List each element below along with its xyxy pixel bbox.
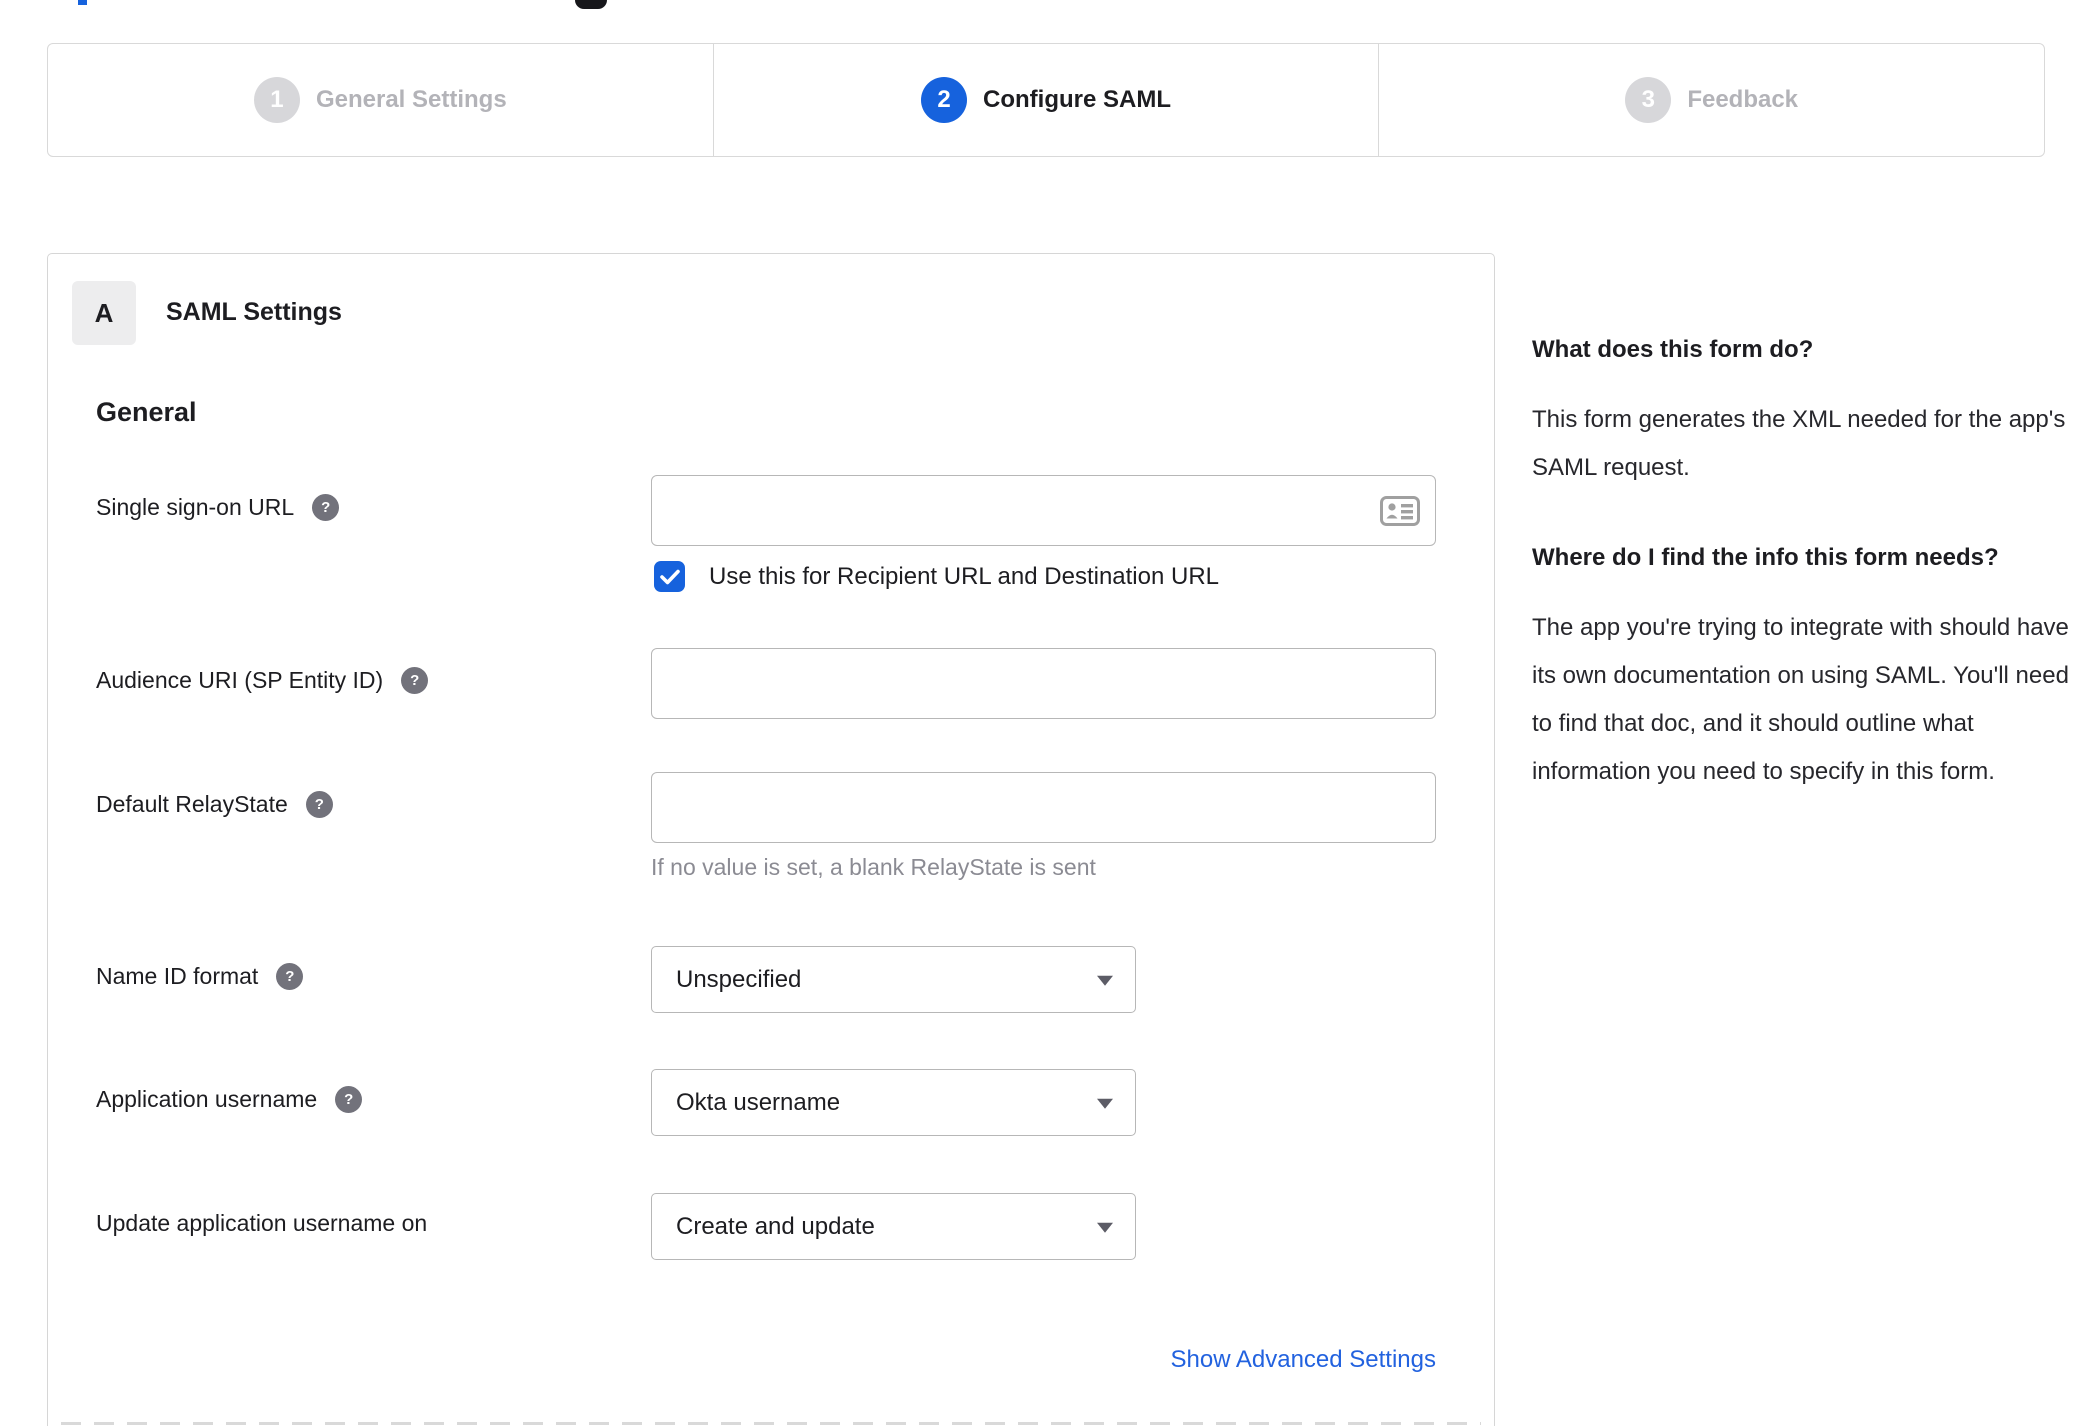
update-username-select[interactable]: Create and update (651, 1193, 1136, 1260)
application-username-value: Okta username (676, 1088, 841, 1116)
help-answer-2: The app you're trying to integrate with … (1532, 614, 2069, 785)
section-a-badge: A (72, 281, 136, 345)
step-feedback[interactable]: 3 Feedback (1378, 43, 2046, 157)
help-icon[interactable]: ? (305, 791, 333, 818)
page-title-fragment-glyph (575, 0, 607, 9)
update-username-label-text: Update application username on (96, 1210, 428, 1236)
page-title-fragment-accent (78, 0, 87, 5)
help-icon[interactable]: ? (312, 494, 340, 521)
name-id-format-select[interactable]: Unspecified (651, 946, 1136, 1013)
help-panel: What does this form do? This form genera… (1532, 330, 2072, 796)
relaystate-hint: If no value is set, a blank RelayState i… (651, 854, 1096, 880)
configure-saml-page: 1 General Settings 2 Configure SAML 3 Fe… (0, 0, 2092, 1426)
help-icon[interactable]: ? (401, 667, 429, 694)
recipient-url-checkbox-row: Use this for Recipient URL and Destinati… (654, 561, 1219, 592)
contact-card-icon (1380, 495, 1420, 526)
general-group-heading: General (96, 397, 197, 427)
sso-url-input[interactable] (651, 475, 1436, 546)
wizard-stepper: 1 General Settings 2 Configure SAML 3 Fe… (47, 43, 2046, 157)
name-id-format-label: Name ID format ? (96, 963, 304, 990)
step-label: Configure SAML (983, 86, 1171, 113)
relaystate-label: Default RelayState ? (96, 791, 333, 818)
panel-dashed-divider (61, 1422, 1481, 1425)
update-username-value: Create and update (676, 1212, 875, 1240)
recipient-url-checkbox-label[interactable]: Use this for Recipient URL and Destinati… (709, 563, 1219, 591)
name-id-format-label-text: Name ID format (96, 963, 259, 989)
name-id-format-value: Unspecified (676, 965, 802, 993)
recipient-url-checkbox[interactable] (654, 561, 685, 592)
sso-url-label: Single sign-on URL ? (96, 494, 340, 521)
help-question-2: Where do I find the info this form needs… (1532, 544, 1999, 571)
step-number-badge: 2 (921, 77, 968, 123)
relaystate-label-text: Default RelayState (96, 791, 288, 817)
sso-url-label-text: Single sign-on URL (96, 494, 295, 520)
help-answer-1: This form generates the XML needed for t… (1532, 406, 2066, 481)
step-configure-saml[interactable]: 2 Configure SAML (712, 43, 1380, 157)
application-username-label: Application username ? (96, 1086, 363, 1113)
chevron-down-icon (1097, 1222, 1113, 1233)
application-username-label-text: Application username (96, 1086, 318, 1112)
audience-uri-input[interactable] (651, 648, 1436, 719)
step-label: Feedback (1687, 86, 1799, 113)
step-number-badge: 1 (253, 77, 300, 123)
checkmark-icon (659, 569, 680, 584)
chevron-down-icon (1097, 1098, 1113, 1109)
chevron-down-icon (1097, 975, 1113, 986)
audience-uri-label: Audience URI (SP Entity ID) ? (96, 667, 429, 694)
saml-settings-panel: A SAML Settings General Single sign-on U… (47, 253, 1495, 1426)
relaystate-input[interactable] (651, 772, 1436, 843)
audience-uri-label-text: Audience URI (SP Entity ID) (96, 667, 384, 693)
update-username-label: Update application username on (96, 1210, 427, 1237)
step-general-settings[interactable]: 1 General Settings (47, 43, 714, 157)
help-question-1: What does this form do? (1532, 336, 1814, 363)
show-advanced-settings-link[interactable]: Show Advanced Settings (651, 1346, 1436, 1374)
step-label: General Settings (315, 86, 507, 113)
application-username-select[interactable]: Okta username (651, 1069, 1136, 1136)
help-icon[interactable]: ? (335, 1086, 363, 1113)
sso-url-input-wrap (651, 475, 1436, 546)
step-number-badge: 3 (1625, 77, 1672, 123)
help-icon[interactable]: ? (276, 963, 304, 990)
section-title: SAML Settings (166, 298, 342, 326)
